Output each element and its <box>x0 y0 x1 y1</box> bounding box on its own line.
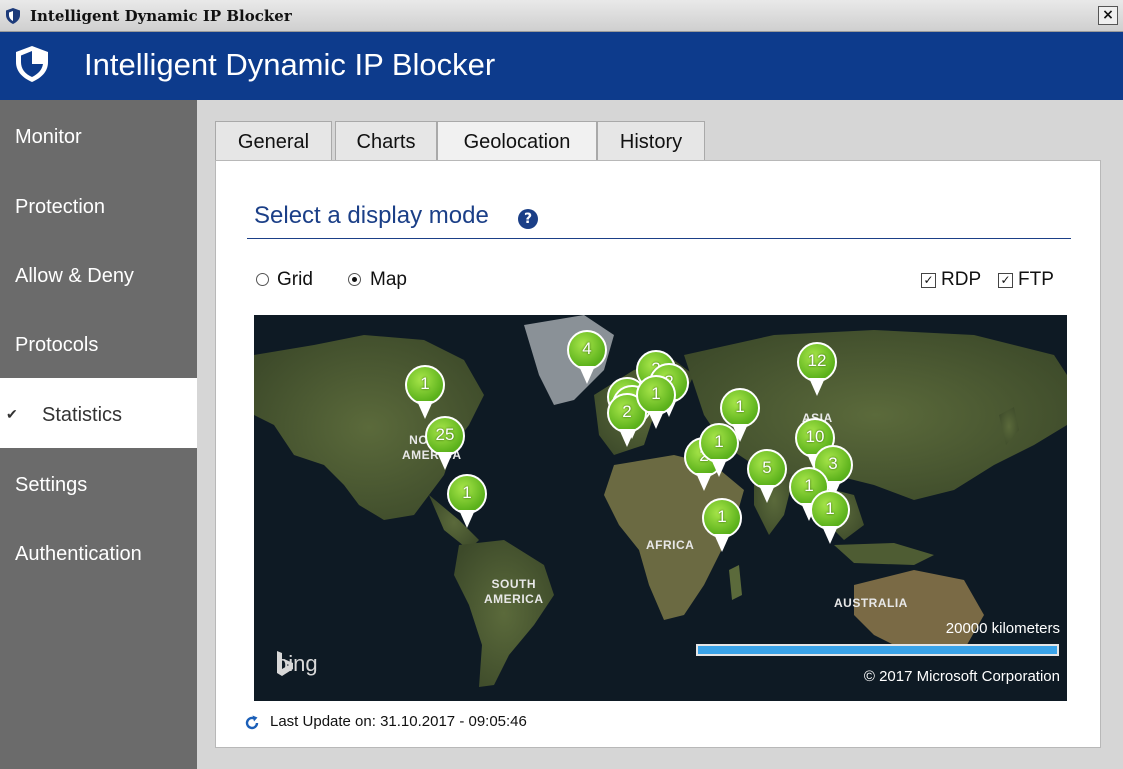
sidebar-item-protection[interactable]: Protection <box>0 170 197 240</box>
sidebar-item-protocols[interactable]: Protocols <box>0 308 197 378</box>
shield-icon <box>16 46 48 82</box>
checkbox[interactable]: ✓ <box>998 273 1013 288</box>
checkbox-label: RDP <box>941 269 982 290</box>
map-marker[interactable]: 12 <box>797 342 837 398</box>
map-marker[interactable]: 5 <box>747 449 787 505</box>
close-button[interactable]: × <box>1098 6 1118 25</box>
title-bar: Intelligent Dynamic IP Blocker × <box>0 0 1123 32</box>
sidebar-item-label: Authentication <box>15 543 142 565</box>
region-label: SOUTH AMERICA <box>484 577 544 606</box>
window-title: Intelligent Dynamic IP Blocker <box>30 7 292 25</box>
geolocation-panel: Select a display mode ? Grid Map ✓ RDP ✓… <box>215 160 1101 748</box>
sidebar-item-statistics[interactable]: ✔ Statistics <box>0 378 197 448</box>
world-map[interactable]: NORTHAMERICA SOUTHAMERICA AFRICA ASIA AU… <box>254 315 1067 701</box>
last-update-text: Last Update on: 31.10.2017 - 09:05:46 <box>270 713 527 730</box>
shield-icon <box>6 8 20 24</box>
sidebar-item-monitor[interactable]: Monitor <box>0 100 197 170</box>
sidebar-item-label: Settings <box>15 474 88 496</box>
app-title: Intelligent Dynamic IP Blocker <box>84 47 496 82</box>
map-marker[interactable]: 4 <box>567 330 607 386</box>
tab-charts[interactable]: Charts <box>335 121 437 161</box>
sidebar-item-label: Statistics <box>42 404 123 426</box>
help-icon[interactable]: ? <box>518 209 538 229</box>
sidebar-item-settings[interactable]: Settings <box>0 448 197 518</box>
region-label: AUSTRALIA <box>834 596 908 610</box>
tab-history[interactable]: History <box>597 121 705 161</box>
radio-button[interactable] <box>348 273 361 286</box>
scale-bar <box>696 644 1059 656</box>
radio-button[interactable] <box>256 273 269 286</box>
sidebar-item-label: Monitor <box>15 126 82 148</box>
map-marker[interactable]: 1 <box>447 474 487 530</box>
map-marker[interactable]: 1 <box>810 490 850 546</box>
sidebar-item-allow-deny[interactable]: Allow & Deny <box>0 239 197 309</box>
bing-logo: bing <box>276 651 318 677</box>
map-marker[interactable]: 1 <box>702 498 742 554</box>
divider <box>247 238 1071 239</box>
section-title: Select a display mode <box>254 202 489 229</box>
scale-label: 20000 kilometers <box>945 620 1060 637</box>
sidebar-item-authentication[interactable]: Authentication <box>0 517 197 587</box>
sidebar: Monitor Protection Allow & Deny Protocol… <box>0 100 197 769</box>
tab-geolocation[interactable]: Geolocation <box>437 121 597 162</box>
app-header: Intelligent Dynamic IP Blocker <box>0 32 1123 100</box>
checkbox[interactable]: ✓ <box>921 273 936 288</box>
bing-icon <box>277 651 293 676</box>
sidebar-item-label: Protocols <box>15 334 99 356</box>
map-marker[interactable]: 1 <box>699 423 739 479</box>
sidebar-item-label: Protection <box>15 196 106 218</box>
checkbox-label: FTP <box>1018 269 1054 290</box>
checkmark-icon: ✔ <box>6 406 18 422</box>
sidebar-item-label: Allow & Deny <box>15 265 134 287</box>
radio-label: Map <box>370 269 407 290</box>
refresh-icon[interactable] <box>244 715 260 731</box>
main-content: General Charts Geolocation History Selec… <box>197 100 1123 769</box>
map-marker[interactable]: 1 <box>636 375 676 431</box>
map-marker[interactable]: 25 <box>425 416 465 472</box>
region-label: AFRICA <box>646 538 695 552</box>
map-marker[interactable]: 1 <box>405 365 445 421</box>
radio-label: Grid <box>277 269 313 290</box>
copyright-text: © 2017 Microsoft Corporation <box>863 668 1060 685</box>
tab-general[interactable]: General <box>215 121 332 161</box>
